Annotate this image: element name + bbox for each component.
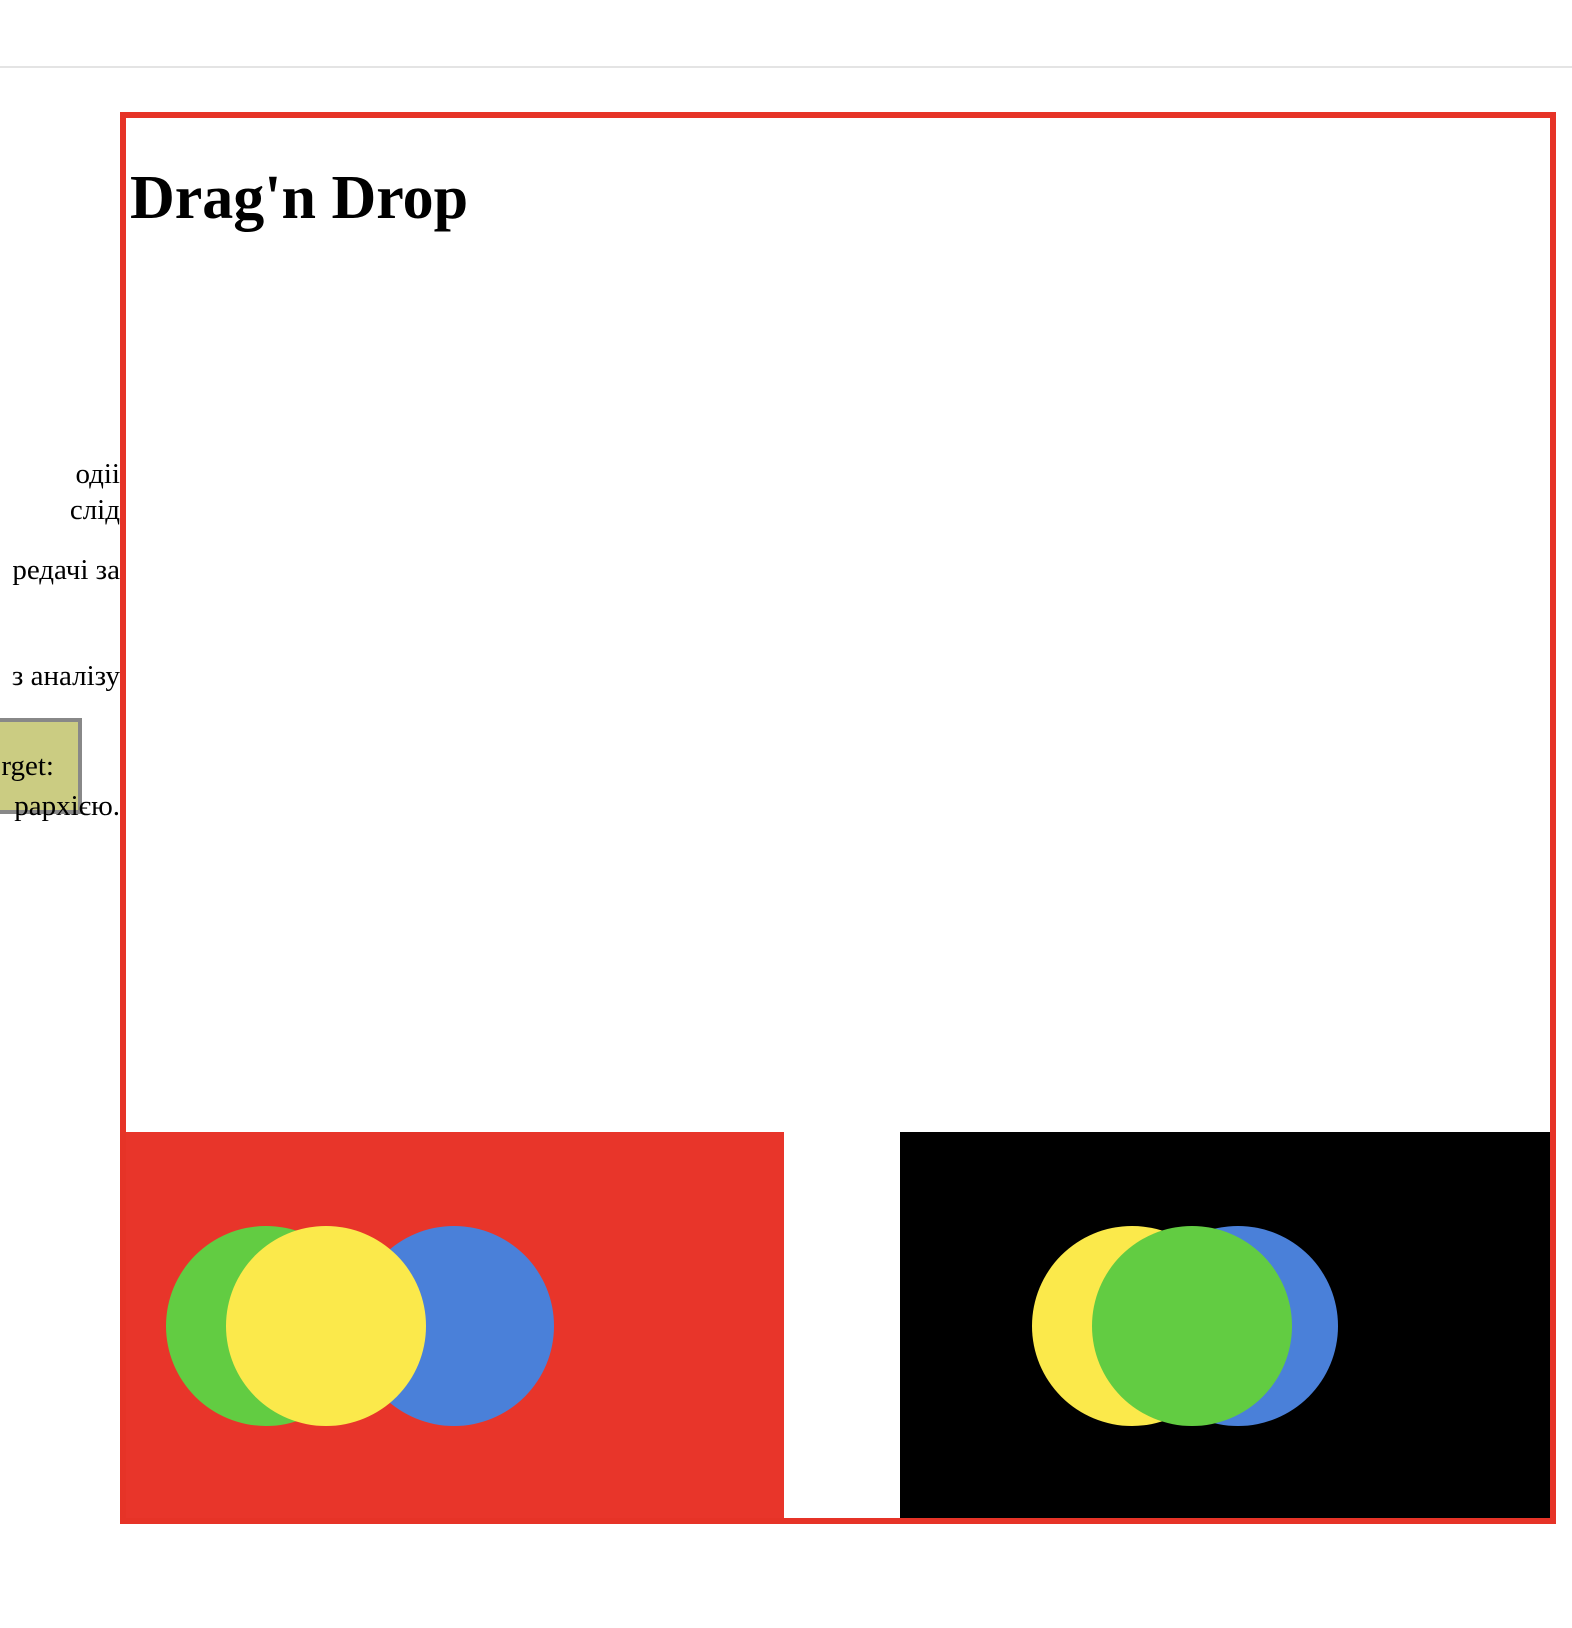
left-text-column: одіі слід редачі за з аналізу rget: рарх… bbox=[0, 0, 120, 1628]
top-toolbar bbox=[0, 0, 1572, 68]
green-circle[interactable] bbox=[1092, 1226, 1292, 1426]
text-line: редачі за bbox=[12, 554, 120, 586]
black-drop-zone[interactable] bbox=[900, 1132, 1550, 1518]
text-line: одіі bbox=[75, 458, 120, 490]
text-line: рархією. bbox=[14, 790, 120, 822]
text-line: слід bbox=[69, 494, 120, 526]
demo-frame: Drag'n Drop bbox=[120, 112, 1556, 1524]
text-line: з аналізу bbox=[11, 660, 120, 692]
red-drop-zone[interactable] bbox=[126, 1132, 784, 1518]
yellow-circle[interactable] bbox=[226, 1226, 426, 1426]
page-title: Drag'n Drop bbox=[130, 164, 469, 232]
